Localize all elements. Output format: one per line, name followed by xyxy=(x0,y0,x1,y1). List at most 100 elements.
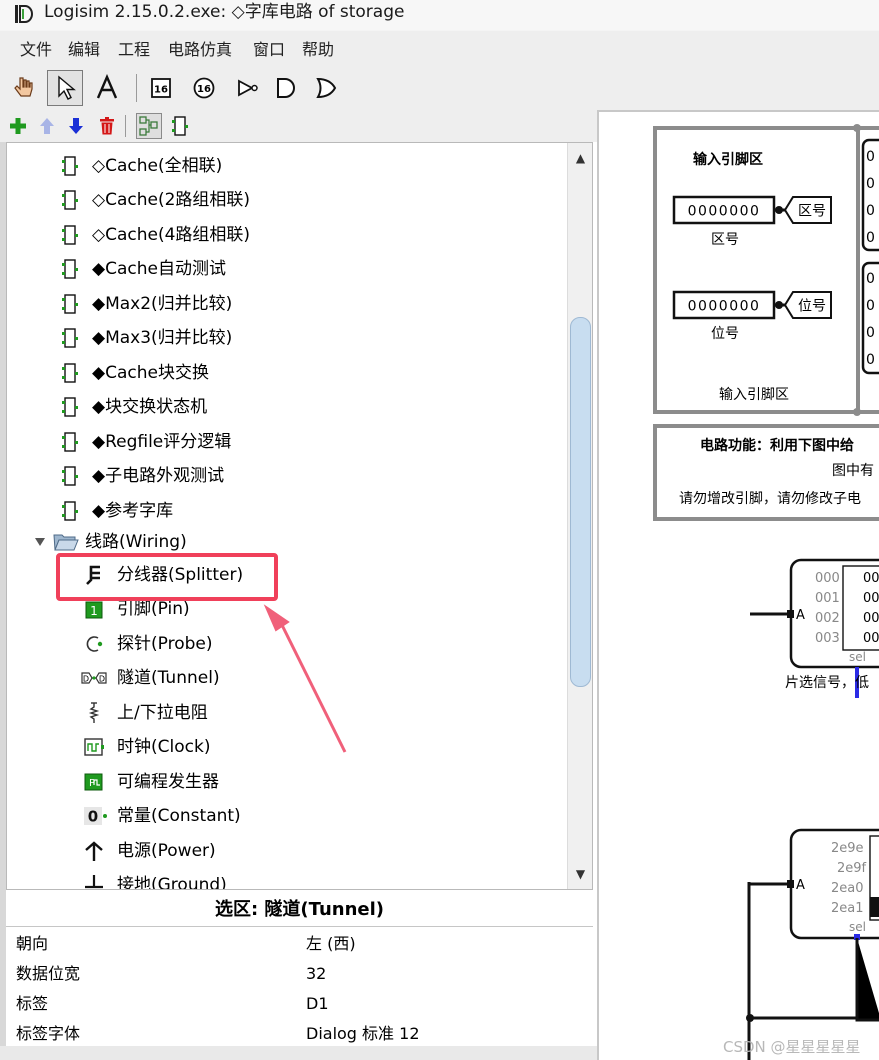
add-circuit-button[interactable] xyxy=(6,114,30,138)
svg-text:0: 0 xyxy=(88,808,98,826)
tree-item-circuit[interactable]: ◆Max3(归并比较) xyxy=(7,321,567,355)
or-gate-tool-button[interactable] xyxy=(308,70,344,106)
tunnel-icon: DD xyxy=(81,667,107,689)
rom-data: 00 xyxy=(863,631,879,646)
title-bar: Logisim 2.15.0.2.exe: ◇字库电路 of storage xyxy=(0,0,879,30)
not-gate-tool-button[interactable] xyxy=(229,70,265,106)
circuit-canvas[interactable]: 输入引脚区 0000000 区号 区号 0000000 位号 位号 输入引脚区 … xyxy=(597,110,879,1060)
circuit-label: ◆块交换状态机 xyxy=(92,397,208,417)
circuit-label: ◇Cache(2路组相联) xyxy=(92,190,251,210)
attribute-value[interactable]: 32 xyxy=(306,963,326,985)
circuit-label: ◆Max3(归并比较) xyxy=(92,328,233,348)
description-line: 电路功能：利用下图中给 xyxy=(700,437,854,454)
probe-icon xyxy=(83,633,105,655)
pin-value: 0000000 xyxy=(688,299,761,315)
subcircuit-icon xyxy=(59,224,81,246)
move-up-icon xyxy=(40,118,54,134)
output-digit: 0 xyxy=(866,176,875,192)
tree-item-circuit[interactable]: ◇Cache(2路组相联) xyxy=(7,183,567,217)
tree-item-circuit[interactable]: ◇Cache(全相联) xyxy=(7,149,567,183)
select-tool-button[interactable] xyxy=(47,70,83,106)
pin-caption: 位号 xyxy=(711,326,739,342)
subcircuit-icon xyxy=(59,362,81,384)
output-digit: 0 xyxy=(866,203,875,219)
tree-item-ground[interactable]: 接地(Ground) xyxy=(7,868,567,890)
tree-item-clock[interactable]: 时钟(Clock) xyxy=(7,730,567,764)
tree-item-circuit[interactable]: ◇Cache(4路组相联) xyxy=(7,218,567,252)
input-pin-tool-button[interactable]: 16 xyxy=(143,70,179,106)
tree-item-constant[interactable]: 0 常量(Constant) xyxy=(7,799,567,833)
rom-port-label: A xyxy=(796,878,805,893)
constant-icon: 0 xyxy=(83,805,109,827)
menu-file[interactable]: 文件 xyxy=(20,39,52,61)
tree-item-circuit[interactable]: ◆块交换状态机 xyxy=(7,390,567,424)
circuit-label: ◆Max2(归并比较) xyxy=(92,294,233,314)
attribute-row-data-bits[interactable]: 数据位宽 32 xyxy=(6,959,593,989)
poke-tool-icon xyxy=(14,77,33,97)
scrollbar-thumb[interactable] xyxy=(570,317,591,687)
move-circuit-down-button[interactable] xyxy=(64,114,88,138)
attribute-row-facing[interactable]: 朝向 左 (西) xyxy=(6,929,593,959)
text-tool-icon xyxy=(96,74,118,99)
attribute-row-label-font[interactable]: 标签字体 Dialog 标准 12 xyxy=(6,1019,593,1049)
svg-text:D: D xyxy=(83,675,89,684)
tree-item-probe[interactable]: 探针(Probe) xyxy=(7,627,567,661)
component-label: 接地(Ground) xyxy=(117,875,227,890)
rom-port-label: A xyxy=(796,608,805,623)
layout-view-button[interactable] xyxy=(136,113,162,139)
and-gate-tool-button[interactable] xyxy=(267,70,303,106)
ground-icon xyxy=(83,874,105,889)
component-label: 常量(Constant) xyxy=(117,806,241,826)
pin-tool-icon: 16 xyxy=(151,78,171,98)
not-gate-icon xyxy=(238,79,258,97)
delete-circuit-button[interactable] xyxy=(95,114,119,138)
rom-data: 00 xyxy=(863,591,879,606)
text-tool-button[interactable] xyxy=(89,70,125,106)
move-circuit-up-button[interactable] xyxy=(35,114,59,138)
attribute-table: 朝向 左 (西) 数据位宽 32 标签 D1 标签字体 Dialog 标准 12 xyxy=(6,926,593,1046)
tree-item-circuit[interactable]: ◆Regfile评分逻辑 xyxy=(7,425,567,459)
scroll-down-arrow-icon[interactable]: ▼ xyxy=(568,861,592,887)
circuit-label: ◆Cache自动测试 xyxy=(92,259,226,279)
tree-item-circuit[interactable]: ◆参考字库 xyxy=(7,494,567,528)
rom-address: 2e9e xyxy=(831,841,864,856)
output-digit: 0 xyxy=(866,298,875,314)
rom-address: 000 xyxy=(815,571,840,586)
component-label: 上/下拉电阻 xyxy=(117,703,208,723)
chip-select-caption: 片选信号，低 xyxy=(785,675,869,691)
menu-window[interactable]: 窗口 xyxy=(253,39,285,61)
folder-open-icon xyxy=(53,531,79,553)
rom-address: 2ea0 xyxy=(831,881,864,896)
menu-project[interactable]: 工程 xyxy=(118,39,150,61)
menu-help[interactable]: 帮助 xyxy=(302,39,334,61)
pin-caption: 区号 xyxy=(711,232,739,248)
poke-tool-button[interactable] xyxy=(6,70,42,106)
explorer-scrollbar[interactable]: ▲ ▼ xyxy=(567,143,592,889)
tree-item-pull-resistor[interactable]: 上/下拉电阻 xyxy=(7,696,567,730)
svg-text:D: D xyxy=(99,675,105,684)
tree-item-power[interactable]: 电源(Power) xyxy=(7,834,567,868)
attribute-value[interactable]: Dialog 标准 12 xyxy=(306,1023,420,1045)
attribute-row-label[interactable]: 标签 D1 xyxy=(6,989,593,1019)
collapse-triangle-icon[interactable] xyxy=(33,531,47,553)
subcircuit-icon xyxy=(59,293,81,315)
menu-edit[interactable]: 编辑 xyxy=(68,39,100,61)
logisim-logo-icon xyxy=(15,5,33,23)
power-icon xyxy=(83,840,105,862)
scroll-up-arrow-icon[interactable]: ▲ xyxy=(568,145,592,171)
circuit-label: ◆Regfile评分逻辑 xyxy=(92,432,232,452)
tree-item-circuit[interactable]: ◆子电路外观测试 xyxy=(7,459,567,493)
tree-item-circuit[interactable]: ◆Cache块交换 xyxy=(7,356,567,390)
folder-label: 线路(Wiring) xyxy=(85,532,187,552)
tree-item-programmable-generator[interactable]: P 可编程发生器 xyxy=(7,765,567,799)
input-area-frame xyxy=(653,126,860,414)
attribute-value[interactable]: 左 (西) xyxy=(306,933,356,955)
tree-item-circuit[interactable]: ◆Cache自动测试 xyxy=(7,252,567,286)
tree-item-tunnel[interactable]: DD 隧道(Tunnel) xyxy=(7,661,567,695)
tree-item-circuit[interactable]: ◆Max2(归并比较) xyxy=(7,287,567,321)
output-pin-tool-button[interactable]: 16 xyxy=(186,70,222,106)
menu-simulate[interactable]: 电路仿真 xyxy=(168,39,232,61)
attribute-value[interactable]: D1 xyxy=(306,993,329,1015)
component-label: 探针(Probe) xyxy=(117,634,213,654)
appearance-view-button[interactable] xyxy=(168,114,192,138)
